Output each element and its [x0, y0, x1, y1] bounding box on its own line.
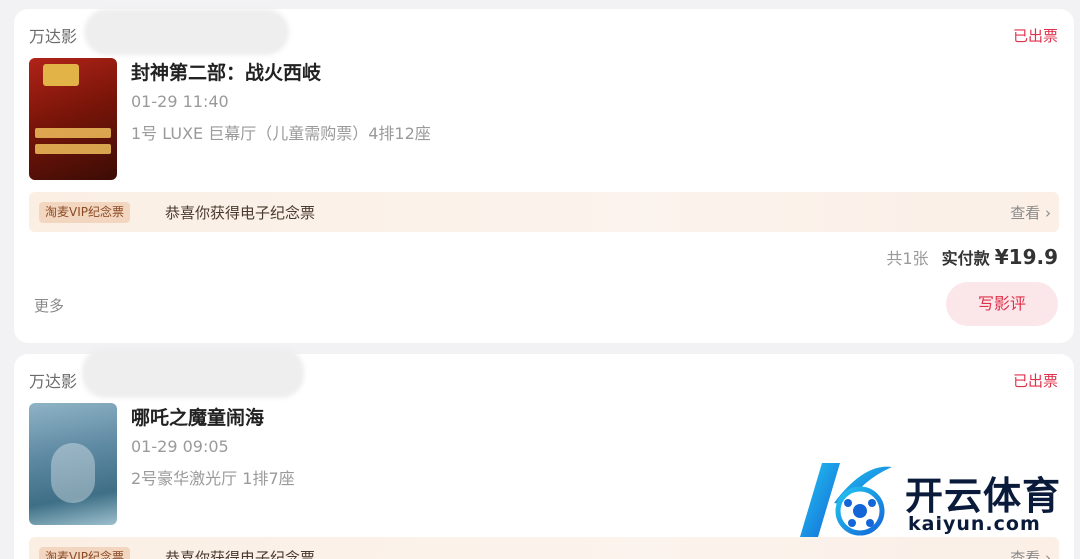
movie-title[interactable]: 哪吒之魔童闹海: [131, 403, 264, 430]
watermark-name: 开云体育: [905, 474, 1062, 518]
ticket-status-badge: 已出票: [1012, 27, 1058, 45]
k-ball-logo-icon: [800, 463, 892, 537]
vip-souvenir-tag: 淘麦VIP纪念票: [39, 547, 130, 559]
redacted-blur: [84, 9, 289, 55]
movie-poster[interactable]: [29, 58, 117, 180]
more-button[interactable]: 更多: [34, 295, 64, 316]
order-card[interactable]: 万达影 已出票 封神第二部：战火西岐 01-29 11:40 1号 LUXE 巨…: [14, 9, 1074, 343]
cinema-name: 万达影: [29, 27, 78, 46]
showtime: 01-29 09:05: [131, 437, 229, 456]
hall-seat-info: 1号 LUXE 巨幕厅（儿童需购票）4排12座: [131, 124, 431, 143]
cinema-name: 万达影: [29, 372, 78, 391]
movie-poster[interactable]: [29, 403, 117, 525]
payment-summary: 共1张 实付款 ¥19.9: [886, 245, 1058, 269]
write-review-button[interactable]: 写影评: [946, 282, 1058, 326]
vip-message: 恭喜你获得电子纪念票: [165, 204, 316, 222]
ticket-status-badge: 已出票: [1012, 372, 1058, 390]
ticket-count: 共1张: [886, 249, 929, 268]
redacted-blur: [82, 348, 304, 398]
vip-souvenir-bar[interactable]: 淘麦VIP纪念票 恭喜你获得电子纪念票 查看 ›: [29, 192, 1059, 232]
showtime: 01-29 11:40: [131, 92, 229, 111]
movie-title[interactable]: 封神第二部：战火西岐: [131, 58, 321, 85]
paid-label: 实付款: [941, 249, 990, 268]
paid-amount: ¥19.9: [994, 245, 1058, 269]
watermark-url: kaiyun.com: [908, 513, 1041, 535]
hall-seat-info: 2号豪华激光厅 1排7座: [131, 469, 295, 488]
view-souvenir-link[interactable]: 查看 ›: [1010, 202, 1051, 223]
vip-souvenir-tag: 淘麦VIP纪念票: [39, 202, 130, 223]
vip-message: 恭喜你获得电子纪念票: [165, 549, 316, 559]
watermark: 开云体育 kaiyun.com: [790, 455, 1080, 559]
